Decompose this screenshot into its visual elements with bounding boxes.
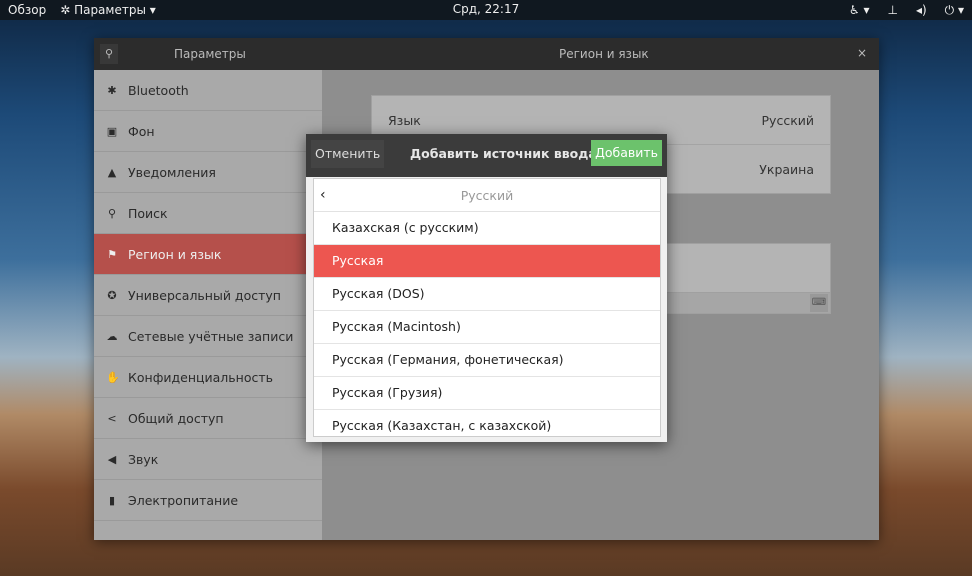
top-bar: Обзор ✲ Параметры ▾ Срд, 22:17 ♿ ▾ ⊥ ◂) ⏻ ▾ — [0, 0, 972, 20]
background-icon: ▣ — [106, 124, 118, 138]
close-button[interactable]: × — [857, 46, 867, 60]
list-item[interactable]: Русская (DOS) — [314, 278, 660, 311]
sidebar-item-region[interactable]: ⚑ Регион и язык — [94, 234, 322, 275]
sidebar-item-label: Регион и язык — [128, 246, 222, 262]
dialog-title: Добавить источник ввода — [410, 146, 597, 161]
sidebar-item-label: Конфиденциальность — [128, 369, 274, 385]
clock[interactable]: Срд, 22:17 — [0, 2, 972, 16]
sidebar-item-label: Фон — [128, 123, 155, 139]
sidebar-item-label: Поиск — [128, 205, 168, 221]
battery-icon: ▮ — [108, 493, 116, 507]
accessibility-icon: ✪ — [107, 288, 117, 302]
add-input-source-dialog: Отменить Добавить источник ввода Добавит… — [306, 134, 667, 442]
language-value: Русский — [761, 112, 814, 128]
sidebar-item-privacy[interactable]: ✋ Конфиденциальность — [94, 357, 322, 398]
back-chevron-icon[interactable]: ‹ — [320, 179, 326, 212]
keyboard-icon[interactable]: ⌨ — [810, 294, 828, 312]
search-icon: ⚲ — [104, 47, 114, 60]
language-label: Язык — [388, 112, 421, 128]
input-source-list[interactable]: ‹ Русский Казахская (с русским) Русская Р… — [313, 178, 661, 437]
formats-value: Украина — [759, 162, 814, 177]
accessibility-icon[interactable]: ♿ ▾ — [849, 3, 870, 17]
list-item[interactable]: Русская (Казахстан, с казахской) — [314, 410, 660, 436]
list-item-selected[interactable]: Русская — [314, 245, 660, 278]
list-item[interactable]: Русская (Грузия) — [314, 377, 660, 410]
sidebar-item-sound[interactable]: ◀ Звук — [94, 439, 322, 480]
volume-icon[interactable]: ◂) — [916, 3, 927, 17]
flag-icon: ⚑ — [107, 247, 117, 261]
list-item[interactable]: Казахская (с русским) — [314, 212, 660, 245]
sidebar-item-accessibility[interactable]: ✪ Универсальный доступ — [94, 275, 322, 316]
sidebar-title: Параметры — [174, 47, 246, 61]
sidebar-item-label: Bluetooth — [128, 82, 189, 98]
sidebar-item-search[interactable]: ⚲ Поиск — [94, 193, 322, 234]
list-item[interactable]: Русская (Macintosh) — [314, 311, 660, 344]
hand-icon: ✋ — [106, 370, 120, 384]
sidebar: ✱ Bluetooth ▣ Фон ▲ Уведомления ⚲ Поиск ⚑ Рег… — [94, 70, 322, 540]
sidebar-item-label: Звук — [128, 451, 159, 467]
search-icon: ⚲ — [107, 206, 117, 220]
header-bar: ⚲ Параметры Регион и язык × — [94, 38, 879, 70]
bell-icon: ▲ — [107, 165, 117, 179]
sidebar-item-label: Уведомления — [128, 164, 216, 180]
sidebar-item-label: Общий доступ — [128, 410, 224, 426]
network-icon[interactable]: ⊥ — [887, 3, 897, 17]
power-icon[interactable]: ⏻ ▾ — [945, 3, 964, 18]
cloud-icon: ☁ — [106, 329, 118, 343]
add-button[interactable]: Добавить — [591, 140, 662, 166]
list-header: ‹ Русский — [314, 179, 660, 212]
sidebar-item-label: Электропитание — [128, 492, 239, 508]
sidebar-item-sharing[interactable]: < Общий доступ — [94, 398, 322, 439]
sidebar-item-online-accounts[interactable]: ☁ Сетевые учётные записи — [94, 316, 322, 357]
sidebar-item-bluetooth[interactable]: ✱ Bluetooth — [94, 70, 322, 111]
share-icon: < — [107, 411, 117, 425]
sidebar-item-label: Сетевые учётные записи — [128, 328, 294, 344]
cancel-button[interactable]: Отменить — [311, 140, 385, 168]
search-button[interactable]: ⚲ — [100, 44, 118, 64]
speaker-icon: ◀ — [107, 452, 117, 466]
list-item[interactable]: Русская (Германия, фонетическая) — [314, 344, 660, 377]
page-title: Регион и язык — [559, 47, 649, 61]
list-header-label: Русский — [460, 188, 514, 203]
sidebar-item-power[interactable]: ▮ Электропитание — [94, 480, 322, 521]
bluetooth-icon: ✱ — [107, 83, 117, 97]
dialog-header: Отменить Добавить источник ввода Добавит… — [306, 134, 667, 177]
sidebar-item-label: Универсальный доступ — [128, 287, 281, 303]
sidebar-item-background[interactable]: ▣ Фон — [94, 111, 322, 152]
sidebar-item-notifications[interactable]: ▲ Уведомления — [94, 152, 322, 193]
